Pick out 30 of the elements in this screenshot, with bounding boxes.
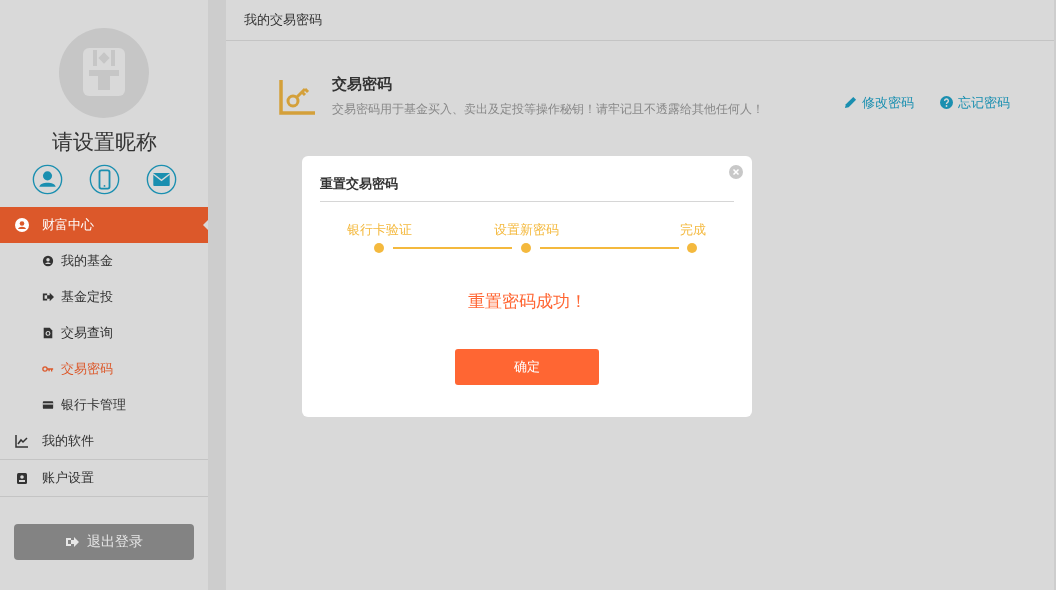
success-message: 重置密码成功！ [466,290,588,313]
section-description: 交易密码用于基金买入、卖出及定投等操作秘钥！请牢记且不透露给其他任何人！ [332,101,764,118]
card-icon [42,399,54,411]
key-icon [278,77,316,116]
submenu-item[interactable]: 我的基金 [0,243,208,279]
step-label: 设置新密码 [494,221,559,239]
document-search-icon [42,327,54,339]
section-title: 交易密码 [332,75,393,94]
user-icon[interactable] [31,164,63,195]
nickname: 请设置昵称 [51,129,157,156]
key-icon [42,363,54,375]
user-circle-icon [15,218,29,232]
help-icon [940,96,953,109]
step-label: 完成 [680,221,706,239]
step-label: 银行卡验证 [347,221,412,239]
mail-icon[interactable] [145,164,177,195]
sign-out-icon [65,535,79,549]
id-badge-icon [15,471,29,485]
dialog-title: 重置交易密码 [320,156,734,202]
submenu-item[interactable]: 银行卡管理 [0,387,208,423]
pencil-icon [844,96,857,109]
submenu-item[interactable]: 交易查询 [0,315,208,351]
user-circle-icon [42,255,54,267]
submenu-item[interactable]: 基金定投 [0,279,208,315]
phone-icon[interactable] [88,164,120,195]
sign-in-icon [42,291,54,303]
chart-icon [15,434,29,448]
page-title: 我的交易密码 [244,11,322,29]
close-icon[interactable] [729,165,743,179]
menu-item[interactable]: 财富中心 [0,207,208,243]
